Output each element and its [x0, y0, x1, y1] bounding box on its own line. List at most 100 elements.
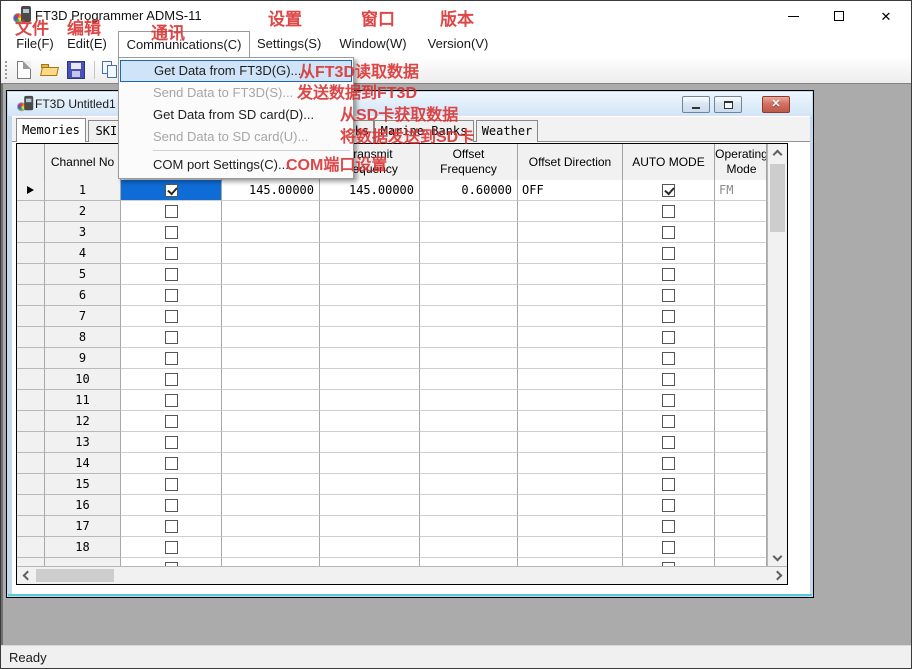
cell-offset_freq[interactable]	[420, 201, 518, 222]
cell-op_mode[interactable]	[715, 453, 767, 474]
close-button[interactable]: ✕	[869, 1, 903, 31]
cell-offset_freq[interactable]	[420, 495, 518, 516]
cell-offset_dir[interactable]	[518, 453, 623, 474]
cell-tx[interactable]	[320, 285, 420, 306]
channel-number[interactable]: 11	[45, 390, 121, 411]
cell-tx[interactable]	[320, 390, 420, 411]
cell-rx[interactable]	[222, 306, 320, 327]
menu-item-filef[interactable]: File(F)文件	[11, 31, 59, 57]
cell-op_mode[interactable]	[715, 369, 767, 390]
channel-number[interactable]: 4	[45, 243, 121, 264]
channel-number[interactable]	[45, 558, 121, 566]
cell-auto_mode[interactable]	[623, 390, 715, 411]
cell-rx[interactable]	[222, 222, 320, 243]
auto_mode-checkbox[interactable]	[662, 415, 675, 428]
cell-auto_mode[interactable]	[623, 201, 715, 222]
auto_mode-checkbox[interactable]	[662, 289, 675, 302]
cell-offset_freq[interactable]	[420, 411, 518, 432]
cell-offset_dir[interactable]	[518, 516, 623, 537]
auto_mode-checkbox[interactable]	[662, 457, 675, 470]
cell-show[interactable]	[121, 222, 222, 243]
auto_mode-checkbox[interactable]	[662, 394, 675, 407]
menu-item-settingss[interactable]: Settings(S)设置	[257, 31, 321, 57]
child-close-button[interactable]: ✕	[762, 96, 790, 113]
cell-op_mode[interactable]	[715, 285, 767, 306]
cell-op_mode[interactable]	[715, 516, 767, 537]
cell-show[interactable]	[121, 348, 222, 369]
cell-show[interactable]	[121, 264, 222, 285]
show-checkbox[interactable]	[165, 289, 178, 302]
open-folder-icon[interactable]	[41, 61, 59, 79]
cell-offset_freq[interactable]	[420, 537, 518, 558]
auto_mode-checkbox[interactable]	[662, 331, 675, 344]
cell-rx[interactable]	[222, 243, 320, 264]
cell-offset_dir[interactable]	[518, 285, 623, 306]
channel-number[interactable]: 3	[45, 222, 121, 243]
cell-op_mode[interactable]	[715, 327, 767, 348]
show-checkbox[interactable]	[165, 205, 178, 218]
cell-offset_freq[interactable]	[420, 306, 518, 327]
auto_mode-checkbox[interactable]	[662, 352, 675, 365]
show-checkbox[interactable]	[165, 520, 178, 533]
show-checkbox[interactable]	[165, 457, 178, 470]
show-checkbox[interactable]	[165, 226, 178, 239]
channel-number[interactable]: 2	[45, 201, 121, 222]
cell-op_mode[interactable]	[715, 537, 767, 558]
channel-number[interactable]: 12	[45, 411, 121, 432]
channel-number[interactable]: 13	[45, 432, 121, 453]
cell-tx[interactable]: 145.00000	[320, 180, 420, 201]
cell-rx[interactable]	[222, 327, 320, 348]
new-file-icon[interactable]	[17, 61, 31, 79]
cell-rx[interactable]	[222, 411, 320, 432]
channel-number[interactable]: 17	[45, 516, 121, 537]
cell-show[interactable]	[121, 201, 222, 222]
cell-show[interactable]	[121, 432, 222, 453]
cell-offset_freq[interactable]	[420, 327, 518, 348]
cell-offset_dir[interactable]	[518, 222, 623, 243]
horizontal-scrollbar[interactable]	[17, 566, 787, 584]
menu-item-versionv[interactable]: Version(V)版本	[425, 31, 491, 57]
minimize-button[interactable]	[776, 1, 810, 31]
channel-number[interactable]: 14	[45, 453, 121, 474]
auto_mode-checkbox[interactable]	[662, 226, 675, 239]
show-checkbox[interactable]	[165, 394, 178, 407]
cell-tx[interactable]	[320, 558, 420, 566]
cell-offset_freq[interactable]	[420, 516, 518, 537]
cell-show[interactable]	[121, 390, 222, 411]
show-checkbox[interactable]	[165, 247, 178, 260]
cell-rx[interactable]	[222, 285, 320, 306]
cell-show[interactable]	[121, 495, 222, 516]
cell-tx[interactable]	[320, 306, 420, 327]
cell-offset_freq[interactable]	[420, 453, 518, 474]
cell-auto_mode[interactable]	[623, 348, 715, 369]
column-header-op_mode[interactable]: Operating Mode	[715, 144, 767, 180]
cell-rx[interactable]	[222, 201, 320, 222]
cell-offset_dir[interactable]	[518, 495, 623, 516]
channel-number[interactable]: 1	[45, 180, 121, 201]
cell-show[interactable]	[121, 474, 222, 495]
cell-op_mode[interactable]	[715, 474, 767, 495]
show-checkbox[interactable]	[165, 352, 178, 365]
auto_mode-checkbox[interactable]	[662, 184, 675, 197]
vertical-scroll-thumb[interactable]	[770, 164, 785, 232]
cell-op_mode[interactable]	[715, 201, 767, 222]
cell-op_mode[interactable]: FM	[715, 180, 767, 201]
horizontal-scroll-thumb[interactable]	[36, 569, 114, 582]
cell-offset_dir[interactable]	[518, 243, 623, 264]
cell-tx[interactable]	[320, 369, 420, 390]
cell-auto_mode[interactable]	[623, 243, 715, 264]
cell-op_mode[interactable]	[715, 348, 767, 369]
show-checkbox[interactable]	[165, 268, 178, 281]
cell-tx[interactable]	[320, 243, 420, 264]
cell-show[interactable]	[121, 453, 222, 474]
child-minimize-button[interactable]	[682, 96, 710, 113]
cell-tx[interactable]	[320, 495, 420, 516]
vertical-scrollbar[interactable]	[767, 144, 787, 566]
cell-show[interactable]	[121, 327, 222, 348]
cell-op_mode[interactable]	[715, 306, 767, 327]
cell-rx[interactable]	[222, 516, 320, 537]
maximize-button[interactable]	[822, 1, 856, 31]
cell-auto_mode[interactable]	[623, 285, 715, 306]
cell-auto_mode[interactable]	[623, 369, 715, 390]
auto_mode-checkbox[interactable]	[662, 373, 675, 386]
